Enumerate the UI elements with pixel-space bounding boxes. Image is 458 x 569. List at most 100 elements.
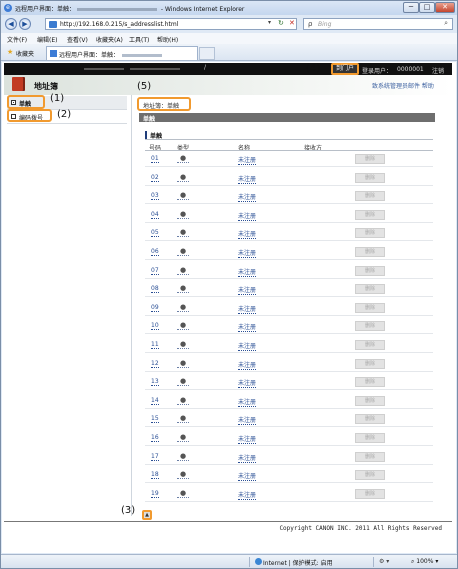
menu-edit[interactable]: 编辑(E)	[37, 35, 57, 44]
row-name-link[interactable]: 未注册	[238, 229, 257, 240]
row-number-link[interactable]: 05	[151, 229, 159, 238]
stop-icon[interactable]: ✕	[289, 19, 295, 27]
row-number-link[interactable]: 09	[151, 304, 159, 312]
delete-button[interactable]: 删除	[355, 488, 385, 499]
callout-label-5: (5)	[137, 81, 152, 92]
divider	[145, 150, 433, 151]
row-type-icon: ●	[177, 414, 189, 424]
delete-button[interactable]: 删除	[355, 321, 385, 332]
address-book-icon	[12, 77, 23, 91]
row-name-link[interactable]: 未注册	[238, 453, 257, 463]
delete-button[interactable]: 删除	[355, 414, 385, 425]
row-name-link[interactable]: 未注册	[238, 378, 257, 389]
row-number-link[interactable]: 18	[151, 471, 159, 480]
row-number-link[interactable]: 03	[151, 192, 159, 201]
row-type-icon: ●	[177, 396, 189, 405]
row-number-link[interactable]: 17	[151, 453, 159, 461]
row-name-link[interactable]: 未注册	[238, 434, 257, 444]
row-name-link[interactable]: 未注册	[238, 322, 257, 333]
row-name-link[interactable]: 未注册	[238, 341, 257, 351]
row-number-link[interactable]: 15	[151, 415, 159, 424]
top-black-bar: / 到门户 登录用户： 0000001 注销	[4, 63, 452, 75]
forward-button[interactable]: ▶	[19, 18, 31, 30]
delete-button[interactable]: 删除	[355, 209, 385, 220]
delete-button[interactable]: 删除	[355, 395, 385, 406]
row-number-link[interactable]: 08	[151, 285, 159, 294]
row-name-link[interactable]: 未注册	[238, 360, 257, 370]
chevron-down-icon[interactable]: ▾	[268, 19, 271, 26]
row-name-link[interactable]: 未注册	[238, 211, 257, 221]
delete-button[interactable]: 删除	[355, 191, 385, 202]
menu-tools[interactable]: 工具(T)	[129, 35, 149, 44]
tools-icon[interactable]: ⚙ ▾	[379, 558, 389, 565]
row-number-link[interactable]: 19	[151, 490, 159, 498]
favorites-label[interactable]: 收藏夹	[16, 49, 34, 58]
menu-view[interactable]: 查看(V)	[67, 35, 88, 44]
window-title: 远程用户界面：单触： - Windows Internet Explorer	[15, 6, 245, 13]
row-type-icon: ●	[177, 377, 189, 387]
new-tab-button[interactable]	[199, 47, 215, 60]
zoom-level[interactable]: ⌕ 100% ▾	[411, 558, 438, 566]
delete-button[interactable]: 删除	[355, 228, 385, 239]
row-number-link[interactable]: 12	[151, 360, 159, 368]
browser-tab[interactable]: 远程用户界面：单触：	[46, 46, 198, 60]
refresh-icon[interactable]: ↻	[278, 19, 284, 27]
row-name-link[interactable]: 未注册	[238, 174, 257, 184]
table-row: 17 ● 未注册 删除	[145, 451, 433, 465]
delete-button[interactable]: 删除	[355, 284, 385, 295]
table-row: 13 ● 未注册 删除	[145, 376, 433, 391]
row-name-link[interactable]: 未注册	[238, 471, 257, 482]
row-number-link[interactable]: 06	[151, 248, 159, 256]
delete-button[interactable]: 删除	[355, 302, 385, 313]
row-name-link[interactable]: 未注册	[238, 155, 257, 165]
delete-button[interactable]: 删除	[355, 172, 385, 183]
address-bar[interactable]: http://192.168.0.215/s_addresslist.html …	[45, 18, 297, 30]
row-number-link[interactable]: 02	[151, 174, 159, 182]
delete-button[interactable]: 删除	[355, 340, 385, 350]
row-number-link[interactable]: 07	[151, 267, 159, 275]
row-number-link[interactable]: 10	[151, 322, 159, 331]
header-links[interactable]: 致系统管理员邮件 帮助	[372, 81, 434, 90]
delete-button[interactable]: 删除	[355, 358, 385, 369]
menu-help[interactable]: 帮助(H)	[157, 35, 178, 44]
row-number-link[interactable]: 14	[151, 397, 159, 405]
row-name-link[interactable]: 未注册	[238, 267, 257, 277]
row-type-icon: ●	[177, 210, 189, 219]
star-icon[interactable]: ★	[7, 48, 13, 56]
delete-button[interactable]: 删除	[355, 377, 385, 388]
back-button[interactable]: ◀	[5, 18, 17, 30]
search-box[interactable]: ρ Bing ⌕	[303, 18, 453, 30]
row-name-link[interactable]: 未注册	[238, 397, 257, 407]
row-type-icon: ●	[177, 247, 189, 256]
row-number-link[interactable]: 11	[151, 341, 159, 349]
redacted-text	[84, 68, 124, 70]
row-name-link[interactable]: 未注册	[238, 490, 257, 500]
logout-link[interactable]: 注销	[432, 66, 444, 75]
delete-button[interactable]: 删除	[355, 247, 385, 257]
search-icon[interactable]: ⌕	[444, 19, 448, 28]
row-name-link[interactable]: 未注册	[238, 248, 257, 258]
close-button[interactable]: ✕	[435, 2, 455, 13]
menu-file[interactable]: 文件(F)	[7, 35, 27, 44]
row-name-link[interactable]: 未注册	[238, 415, 257, 426]
tab-title: 远程用户界面：单触：	[59, 50, 163, 59]
row-name-link[interactable]: 未注册	[238, 192, 257, 203]
to-portal-button[interactable]: 到门户	[331, 63, 359, 75]
row-number-link[interactable]: 13	[151, 378, 159, 387]
maximize-button[interactable]: □	[419, 2, 435, 13]
delete-button[interactable]: 删除	[355, 154, 385, 164]
delete-button[interactable]: 删除	[355, 451, 385, 462]
delete-button[interactable]: 删除	[355, 470, 385, 481]
row-number-link[interactable]: 01	[151, 155, 159, 163]
page-top-icon[interactable]: ▲	[142, 510, 152, 520]
row-number-link[interactable]: 04	[151, 211, 159, 219]
row-name-link[interactable]: 未注册	[238, 304, 257, 314]
callout-box-coded-dial	[7, 109, 52, 122]
delete-button[interactable]: 删除	[355, 433, 385, 443]
row-name-link[interactable]: 未注册	[238, 285, 257, 296]
security-zone[interactable]: Internet | 保护模式: 启用	[263, 558, 333, 567]
minimize-button[interactable]: ─	[403, 2, 419, 13]
delete-button[interactable]: 删除	[355, 265, 385, 276]
row-number-link[interactable]: 16	[151, 434, 159, 442]
menu-favorites[interactable]: 收藏夹(A)	[96, 35, 123, 44]
